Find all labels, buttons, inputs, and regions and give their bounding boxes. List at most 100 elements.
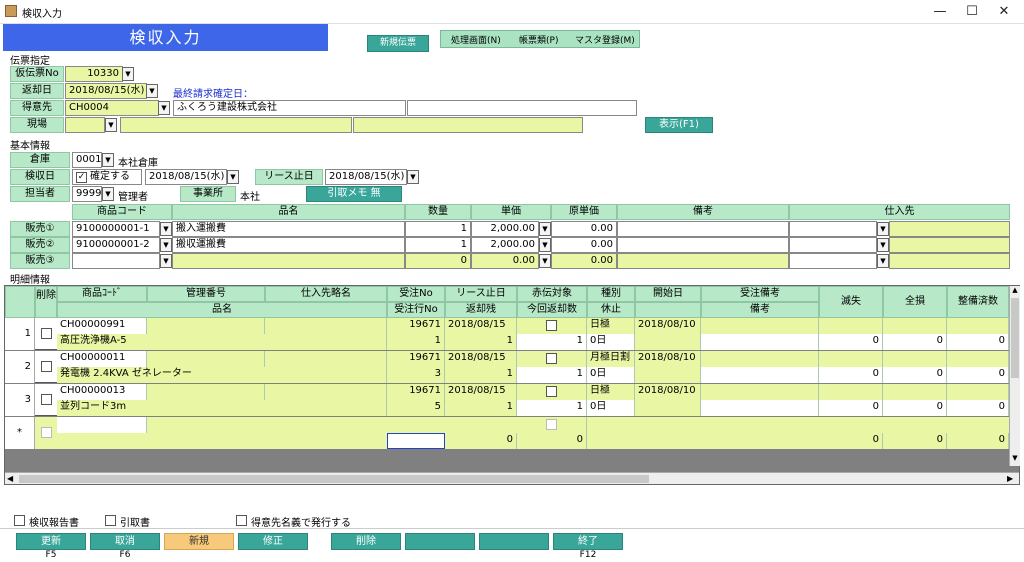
detail-name[interactable]: 発電機 2.4KVA ゼネレーター	[57, 367, 387, 383]
detail-pause[interactable]: 0日	[587, 367, 635, 383]
detail-loss[interactable]: 0	[819, 400, 883, 416]
confirm-box[interactable]: ✓ 確定する	[72, 169, 142, 185]
vertical-scrollbar[interactable]: ▲ ▼	[1009, 286, 1020, 466]
detail-maintained[interactable]: 0	[947, 433, 1009, 449]
menu-process[interactable]: 処理画面(N)	[451, 33, 501, 46]
customer-code-field[interactable]: CH0004	[65, 100, 159, 116]
inspect-date-field[interactable]: 2018/08/15(水)	[145, 169, 227, 185]
sales-supplier-code-field[interactable]	[789, 253, 877, 269]
detail-loss[interactable]: 0	[819, 367, 883, 383]
scroll-down-icon[interactable]: ▼	[1010, 454, 1020, 464]
sales-name-field[interactable]: 搬収運搬費	[172, 237, 405, 253]
detail-code[interactable]: CH00000991	[57, 318, 147, 334]
edit-button[interactable]: 修正	[238, 533, 308, 550]
detail-new-row[interactable]: * 0 0 0 0 0	[5, 417, 1009, 449]
delete-checkbox[interactable]	[41, 328, 52, 339]
sales-qty-field[interactable]: 0	[405, 253, 471, 269]
staff-code-field[interactable]: 9999	[72, 186, 102, 202]
sales-price-field[interactable]: 0.00	[471, 253, 539, 269]
sales-supplier-name-field[interactable]	[889, 237, 1010, 253]
lease-stop-dropdown-icon[interactable]: ▼	[407, 170, 419, 184]
site-name-field[interactable]	[120, 117, 352, 133]
sales-name-field[interactable]	[172, 253, 405, 269]
fkey-blank-1[interactable]	[405, 533, 475, 550]
customer-extra-field[interactable]	[407, 100, 637, 116]
detail-return[interactable]: 1	[517, 334, 587, 350]
sales-code-dropdown-icon[interactable]: ▼	[160, 238, 172, 252]
menu-forms[interactable]: 帳票類(P)	[519, 33, 558, 46]
detail-maintained[interactable]: 0	[947, 400, 1009, 416]
detail-maintained[interactable]: 0	[947, 334, 1009, 350]
sales-note-field[interactable]	[617, 253, 789, 269]
warehouse-dropdown-icon[interactable]: ▼	[102, 153, 114, 167]
temp-no-dropdown-icon[interactable]: ▼	[122, 67, 134, 81]
detail-note[interactable]	[701, 400, 819, 416]
detail-row[interactable]: 2 CH00000011 発電機 2.4KVA ゼネレーター 19671 3 2…	[5, 351, 1009, 383]
new-slip-button[interactable]: 新規伝票	[367, 35, 429, 52]
scroll-left-icon[interactable]: ◀	[7, 474, 13, 483]
sales-code-dropdown-icon[interactable]: ▼	[160, 222, 172, 236]
pickup-memo-button[interactable]: 引取メモ 無	[306, 186, 402, 202]
detail-type[interactable]: 日極	[587, 318, 635, 334]
detail-manage-no[interactable]	[147, 318, 265, 334]
customer-dropdown-icon[interactable]: ▼	[158, 101, 170, 115]
detail-loss[interactable]: 0	[819, 433, 883, 449]
sales-supplier-name-field[interactable]	[889, 221, 1010, 237]
site-extra-field[interactable]	[353, 117, 583, 133]
sales-cost-field[interactable]: 0.00	[551, 221, 617, 237]
customer-name-field[interactable]: ふくろう建設株式会社	[173, 100, 406, 116]
maximize-icon[interactable]: ☐	[957, 2, 987, 22]
sales-price-dropdown-icon[interactable]: ▼	[539, 254, 551, 268]
scroll-right-icon[interactable]: ▶	[1007, 474, 1013, 483]
detail-note[interactable]	[701, 334, 819, 350]
detail-pause[interactable]: 0日	[587, 334, 635, 350]
sales-note-field[interactable]	[617, 221, 789, 237]
detail-code[interactable]	[57, 417, 147, 433]
detail-row[interactable]: 3 CH00000013 並列コード3m 19671 5 2018/08/15 …	[5, 384, 1009, 416]
detail-total-loss[interactable]: 0	[883, 334, 947, 350]
detail-code[interactable]: CH00000011	[57, 351, 147, 367]
horizontal-scrollbar[interactable]: ◀ ▶	[5, 472, 1019, 484]
sales-code-field[interactable]: 9100000001-1	[72, 221, 160, 237]
warehouse-code-field[interactable]: 0001	[72, 152, 102, 168]
sales-qty-field[interactable]: 1	[405, 221, 471, 237]
return-date-dropdown-icon[interactable]: ▼	[146, 84, 158, 98]
sales-price-dropdown-icon[interactable]: ▼	[539, 238, 551, 252]
detail-code[interactable]: CH00000013	[57, 384, 147, 400]
detail-name[interactable]: 並列コード3m	[57, 400, 387, 416]
sales-note-field[interactable]	[617, 237, 789, 253]
close-icon[interactable]: ✕	[989, 2, 1019, 22]
detail-total-loss[interactable]: 0	[883, 400, 947, 416]
detail-pause[interactable]: 0日	[587, 400, 635, 416]
sales-price-field[interactable]: 2,000.00	[471, 237, 539, 253]
detail-supplier[interactable]	[265, 318, 387, 334]
minimize-icon[interactable]: —	[925, 2, 955, 22]
detail-note[interactable]	[701, 367, 819, 383]
site-dropdown-icon[interactable]: ▼	[105, 118, 117, 132]
detail-line-no-focused[interactable]	[387, 433, 445, 449]
update-button[interactable]: 更新	[16, 533, 86, 550]
cancel-button[interactable]: 取消	[90, 533, 160, 550]
detail-return[interactable]: 1	[517, 400, 587, 416]
new-button[interactable]: 新規	[164, 533, 234, 550]
vertical-scroll-thumb[interactable]	[1011, 298, 1019, 378]
issue-checkbox[interactable]	[236, 515, 247, 526]
red-slip-checkbox[interactable]	[546, 320, 557, 331]
sales-code-dropdown-icon[interactable]: ▼	[160, 254, 172, 268]
detail-manage-no[interactable]	[147, 351, 265, 367]
delete-checkbox[interactable]	[41, 361, 52, 372]
temp-no-field[interactable]: 10330	[65, 66, 123, 82]
return-date-field[interactable]: 2018/08/15(水)	[65, 83, 147, 99]
menu-master[interactable]: マスタ登録(M)	[575, 33, 635, 46]
confirm-checkbox[interactable]: ✓	[76, 172, 87, 183]
detail-return[interactable]: 0	[517, 433, 587, 449]
detail-name[interactable]: 高圧洗浄機A-5	[57, 334, 387, 350]
show-button[interactable]: 表示(F1)	[645, 117, 713, 133]
fkey-blank-2[interactable]	[479, 533, 549, 550]
detail-supplier[interactable]	[265, 384, 387, 400]
delete-button[interactable]: 削除	[331, 533, 401, 550]
report-checkbox[interactable]	[14, 515, 25, 526]
sales-price-field[interactable]: 2,000.00	[471, 221, 539, 237]
site-code-field[interactable]	[65, 117, 105, 133]
detail-maintained[interactable]: 0	[947, 367, 1009, 383]
